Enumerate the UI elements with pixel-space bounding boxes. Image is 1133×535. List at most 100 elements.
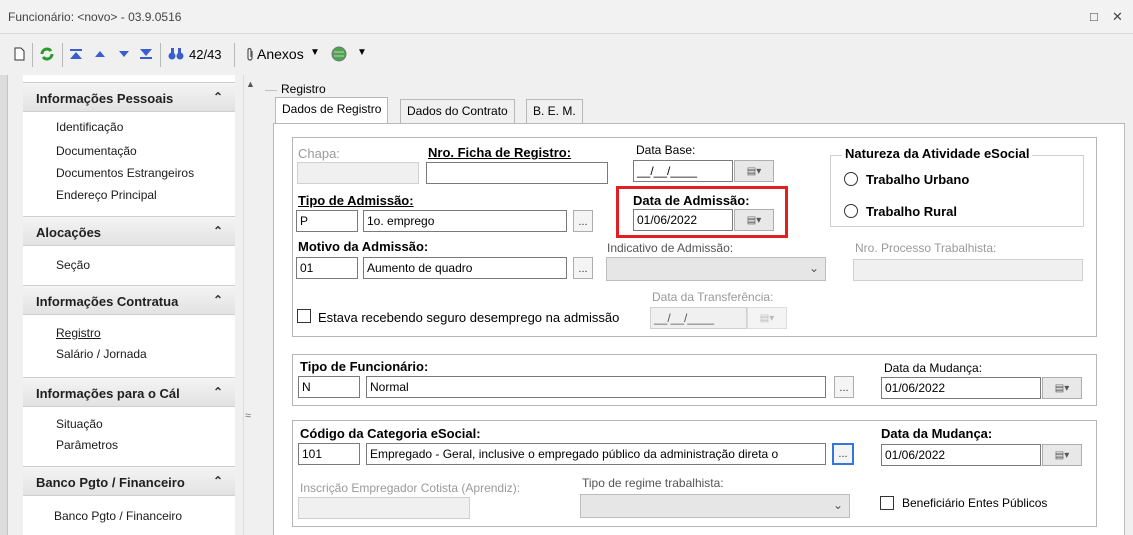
seguro-checkbox[interactable] — [297, 309, 311, 323]
nav-item-registro[interactable]: Registro — [56, 326, 101, 340]
motivo-label: Motivo da Admissão: — [298, 239, 429, 254]
motivo-desc-input[interactable]: Aumento de quadro — [363, 257, 567, 279]
motivo-code-input[interactable]: 01 — [296, 257, 358, 279]
next-icon[interactable] — [116, 44, 132, 64]
globe-dropdown-icon[interactable]: ▼ — [357, 47, 367, 58]
data-admissao-calendar-button[interactable]: ▤▾ — [734, 209, 774, 231]
nav-section-informacoes-calculo[interactable]: Informações para o Cál ⌃ — [23, 377, 235, 407]
data-base-calendar-button[interactable]: ▤▾ — [734, 160, 774, 182]
data-mudanca2-calendar-button[interactable]: ▤▾ — [1042, 444, 1082, 466]
tab-dados-do-contrato[interactable]: Dados do Contrato — [400, 99, 515, 123]
processo-input — [853, 259, 1083, 281]
data-admissao-input[interactable]: 01/06/2022 — [633, 209, 733, 231]
globe-icon[interactable] — [330, 44, 348, 64]
categoria-label: Código da Categoria eSocial: — [300, 426, 481, 441]
window-title: Funcionário: <novo> - 03.9.0516 — [8, 10, 182, 24]
title-bar: Funcionário: <novo> - 03.9.0516 □ ✕ — [0, 0, 1133, 34]
tipo-func-label: Tipo de Funcionário: — [300, 359, 429, 374]
nav-item-documentos-estrangeiros[interactable]: Documentos Estrangeiros — [56, 166, 194, 180]
inscricao-label: Inscrição Empregador Cotista (Aprendiz): — [300, 481, 521, 495]
categoria-lookup-button[interactable]: ... — [832, 443, 854, 465]
nav-item-documentacao[interactable]: Documentação — [56, 144, 137, 158]
ficha-label: Nro. Ficha de Registro: — [428, 145, 572, 160]
nav-item-parametros[interactable]: Parâmetros — [56, 438, 118, 452]
previous-icon[interactable] — [92, 44, 108, 64]
data-mudanca2-label: Data da Mudança: — [881, 426, 993, 441]
tipo-func-lookup-button[interactable]: ... — [834, 376, 854, 398]
trabalho-urbano-radio[interactable] — [844, 172, 858, 186]
nav-item-banco-pgto[interactable]: Banco Pgto / Financeiro — [54, 509, 182, 523]
seguro-label[interactable]: Estava recebendo seguro desemprego na ad… — [318, 310, 619, 325]
attachments-button[interactable]: Anexos — [257, 46, 304, 62]
record-count: 42/43 — [189, 47, 222, 62]
data-mudanca2-input[interactable]: 01/06/2022 — [881, 444, 1041, 466]
data-transf-input: __/__/____ — [650, 307, 747, 329]
tab-bem[interactable]: B. E. M. — [526, 99, 583, 123]
nav-section-informacoes-pessoais[interactable]: Informações Pessoais ⌃ — [23, 82, 235, 112]
indicativo-select[interactable]: ⌄ — [606, 257, 826, 281]
data-base-input[interactable]: __/__/____ — [633, 160, 733, 182]
categoria-code-input[interactable]: 101 — [298, 443, 360, 465]
tipo-func-desc-input[interactable]: Normal — [366, 376, 826, 398]
data-mudanca-input[interactable]: 01/06/2022 — [881, 377, 1041, 399]
binoculars-icon[interactable] — [167, 44, 185, 64]
trabalho-urbano-label[interactable]: Trabalho Urbano — [866, 172, 969, 187]
regime-select[interactable]: ⌄ — [580, 494, 850, 518]
nav-section-label: Informações Pessoais — [36, 91, 174, 106]
chevron-down-icon: ⌄ — [808, 261, 819, 275]
tab-dados-de-registro[interactable]: Dados de Registro — [275, 97, 389, 124]
nav-section-banco-pgto[interactable]: Banco Pgto / Financeiro ⌃ — [23, 466, 235, 496]
nav-item-secao[interactable]: Seção — [56, 258, 90, 272]
regime-label: Tipo de regime trabalhista: — [582, 476, 724, 490]
splitter-grip-icon[interactable]: ≈ — [245, 410, 251, 422]
nav-section-label: Informações para o Cál — [36, 386, 180, 401]
first-icon[interactable] — [68, 44, 84, 64]
beneficiario-checkbox[interactable] — [880, 496, 894, 510]
collapse-icon[interactable]: ⌃ — [213, 385, 223, 399]
trabalho-rural-label[interactable]: Trabalho Rural — [866, 204, 957, 219]
chapa-label: Chapa: — [298, 146, 340, 161]
attachments-dropdown-icon[interactable]: ▼ — [310, 47, 320, 58]
nav-section-label: Banco Pgto / Financeiro — [36, 475, 185, 490]
close-icon[interactable]: ✕ — [1112, 9, 1123, 25]
nav-item-endereco-principal[interactable]: Endereço Principal — [56, 188, 157, 202]
tipo-func-code-input[interactable]: N — [298, 376, 360, 398]
data-mudanca-calendar-button[interactable]: ▤▾ — [1042, 377, 1082, 399]
tipo-admissao-desc-input[interactable]: 1o. emprego — [363, 210, 567, 232]
paperclip-icon[interactable] — [243, 44, 257, 64]
data-admissao-label: Data de Admissão: — [633, 193, 750, 208]
nav-item-situacao[interactable]: Situação — [56, 417, 103, 431]
collapse-icon[interactable]: ⌃ — [213, 90, 223, 104]
data-transf-calendar-button: ▤▾ — [747, 307, 787, 329]
nav-section-alocacoes[interactable]: Alocações ⌃ — [23, 216, 235, 246]
chevron-down-icon: ⌄ — [832, 498, 843, 512]
nav-section-label: Alocações — [36, 225, 102, 240]
tipo-admissao-lookup-button[interactable]: ... — [573, 210, 593, 232]
scroll-up-icon[interactable]: ▲ — [246, 79, 255, 89]
nav-section-informacoes-contratuais[interactable]: Informações Contratua ⌃ — [23, 285, 235, 315]
chapa-input — [297, 162, 419, 184]
indicativo-label: Indicativo de Admissão: — [607, 241, 734, 255]
document-icon[interactable] — [12, 44, 26, 64]
collapse-icon[interactable]: ⌃ — [213, 224, 223, 238]
inscricao-input — [298, 497, 470, 519]
refresh-icon[interactable] — [38, 44, 56, 64]
tipo-admissao-code-input[interactable]: P — [296, 210, 358, 232]
motivo-lookup-button[interactable]: ... — [573, 257, 593, 279]
nav-item-identificacao[interactable]: Identificação — [56, 120, 123, 134]
nav-section-label: Informações Contratua — [36, 294, 179, 309]
last-icon[interactable] — [138, 44, 154, 64]
ficha-input[interactable] — [426, 162, 608, 184]
restore-icon[interactable]: □ — [1090, 9, 1098, 24]
collapse-icon[interactable]: ⌃ — [213, 474, 223, 488]
data-mudanca-label: Data da Mudança: — [884, 361, 983, 375]
toolbar: 42/43 Anexos ▼ ▼ — [0, 35, 1133, 73]
data-base-label: Data Base: — [636, 143, 696, 157]
nav-scrollbar[interactable]: ▲ ≈ — [243, 75, 257, 535]
group-title: Registro — [281, 82, 326, 96]
trabalho-rural-radio[interactable] — [844, 204, 858, 218]
categoria-desc-input[interactable]: Empregado - Geral, inclusive o empregado… — [366, 443, 826, 465]
collapse-icon[interactable]: ⌃ — [213, 293, 223, 307]
nav-item-salario-jornada[interactable]: Salário / Jornada — [56, 347, 147, 361]
beneficiario-label[interactable]: Beneficiário Entes Públicos — [902, 496, 1047, 510]
